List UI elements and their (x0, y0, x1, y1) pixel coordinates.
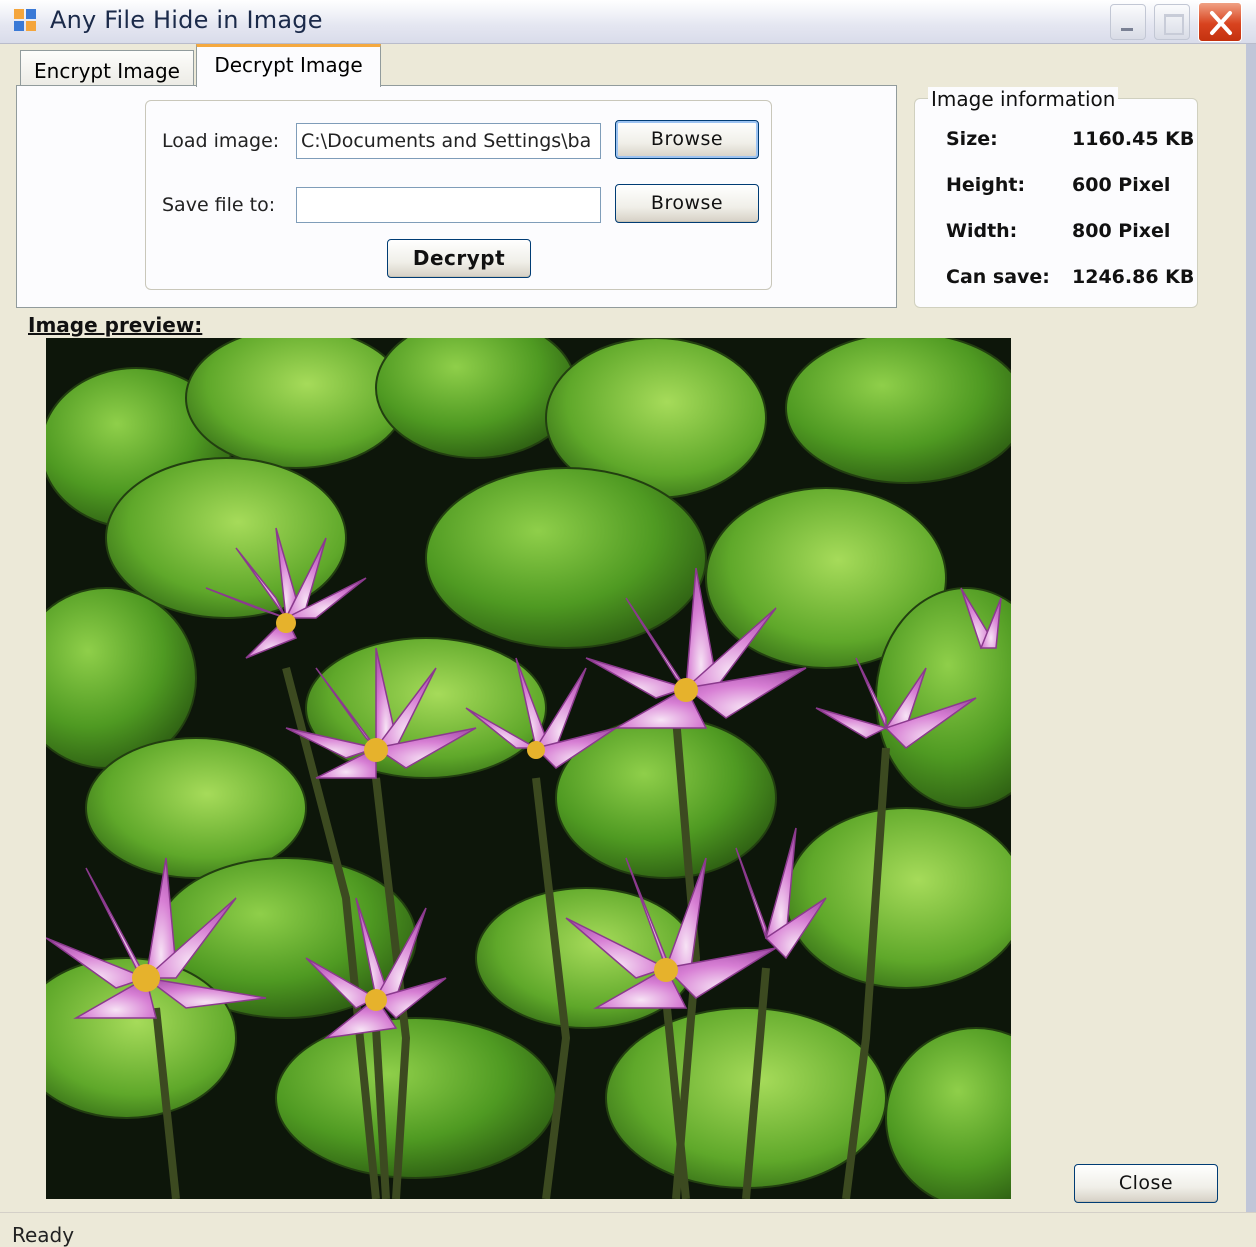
info-width-value: 800 Pixel (1072, 220, 1171, 242)
maximize-icon[interactable] (1154, 4, 1190, 40)
close-icon (1210, 11, 1232, 35)
image-preview-label: Image preview: (28, 313, 203, 337)
info-can-save-label: Can save: (946, 266, 1050, 288)
window-right-border (1246, 44, 1256, 1239)
save-file-label: Save file to: (162, 194, 276, 216)
minimize-icon[interactable] (1110, 4, 1146, 40)
browse-load-button[interactable]: Browse (615, 120, 759, 159)
browse-save-button[interactable]: Browse (615, 184, 759, 223)
water-lilies-picture (46, 338, 1011, 1199)
title-bar[interactable]: Any File Hide in Image (0, 0, 1256, 44)
tab-decrypt-image[interactable]: Decrypt Image (196, 44, 381, 87)
decrypt-button[interactable]: Decrypt (387, 239, 531, 278)
info-size-value: 1160.45 KB (1072, 128, 1195, 150)
close-button[interactable]: Close (1074, 1164, 1218, 1203)
status-bar: Ready (0, 1212, 1256, 1247)
close-window-button[interactable] (1198, 2, 1242, 42)
status-text: Ready (12, 1223, 75, 1247)
save-file-input[interactable] (296, 187, 601, 223)
load-image-input[interactable]: C:\Documents and Settings\ba (296, 123, 601, 159)
load-image-label: Load image: (162, 130, 280, 152)
tab-encrypt-image[interactable]: Encrypt Image (20, 50, 194, 86)
info-size-label: Size: (946, 128, 998, 150)
image-information-legend: Image information (928, 87, 1119, 111)
app-icon (14, 9, 36, 31)
info-width-label: Width: (946, 220, 1018, 242)
info-can-save-value: 1246.86 KB (1072, 266, 1195, 288)
info-height-value: 600 Pixel (1072, 174, 1171, 196)
info-height-label: Height: (946, 174, 1026, 196)
window-title: Any File Hide in Image (50, 6, 323, 34)
image-preview (46, 338, 1011, 1199)
